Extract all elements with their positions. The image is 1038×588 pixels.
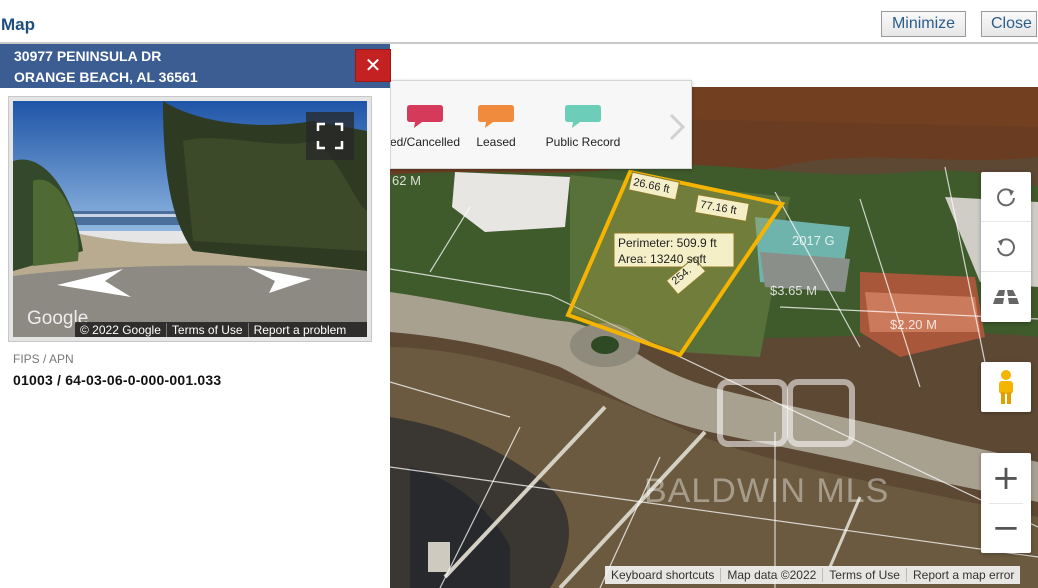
street-view-copyright: © 2022 Google — [75, 323, 167, 337]
address-street: 30977 PENINSULA DR — [14, 48, 162, 64]
close-button[interactable]: Close — [981, 11, 1037, 37]
zoom-out-button[interactable]: − — [981, 503, 1031, 553]
app-window: Map Minimize Close Perimeter: 509.9 ft A… — [0, 0, 1038, 588]
fips-value: 01003 / 64-03-06-0-000-001.033 — [13, 372, 222, 388]
chevron-right-icon[interactable] — [667, 111, 687, 150]
street-view-terms-link[interactable]: Terms of Use — [167, 323, 249, 337]
report-problem-link[interactable]: Report a problem — [249, 323, 352, 337]
pegman-icon[interactable] — [981, 362, 1031, 412]
price-label: 2017 G — [792, 233, 835, 248]
status-legend: ed/Cancelled Leased Public Record — [390, 80, 692, 169]
price-label: $3.65 M — [770, 283, 817, 298]
zoom-controls: + − — [981, 453, 1031, 553]
page-title: Map — [1, 15, 35, 34]
street-view-frame: Google © 2022 Google Terms of Use Report… — [8, 96, 372, 342]
top-bar: Map Minimize Close — [0, 0, 1038, 44]
legend-item-leased[interactable]: Leased — [471, 103, 521, 149]
zoom-divider — [989, 503, 1023, 504]
measure-perimeter: Perimeter: 509.9 ft — [618, 236, 717, 250]
street-view-footer: © 2022 Google Terms of Use Report a prob… — [75, 322, 367, 337]
tilt-view-icon[interactable] — [981, 272, 1031, 322]
rotate-clockwise-icon[interactable] — [981, 172, 1031, 222]
map-data-text: Map data ©2022 — [721, 568, 824, 582]
zoom-in-button[interactable]: + — [981, 453, 1031, 503]
fips-label: FIPS / APN — [13, 352, 74, 366]
legend-pin-icon — [565, 105, 601, 128]
legend-item-public-record[interactable]: Public Record — [541, 103, 625, 149]
price-label: $2.20 M — [890, 317, 937, 332]
legend-label: Leased — [476, 135, 516, 149]
legend-pin-icon — [478, 105, 514, 128]
legend-label: ed/Cancelled — [390, 135, 461, 149]
legend-pin-icon — [407, 105, 443, 128]
map-terms-link[interactable]: Terms of Use — [823, 568, 907, 582]
street-view[interactable]: Google © 2022 Google Terms of Use Report… — [13, 101, 367, 337]
legend-item-cancelled[interactable]: ed/Cancelled — [390, 103, 461, 149]
measure-area: Area: 13240 sqft — [618, 252, 707, 266]
mls-watermark: BALDWIN MLS — [644, 472, 890, 510]
panel-header: 30977 PENINSULA DR ORANGE BEACH, AL 3656… — [0, 44, 390, 88]
keyboard-shortcuts-link[interactable]: Keyboard shortcuts — [605, 568, 722, 582]
rotate-controls — [981, 172, 1031, 322]
map-attribution: Keyboard shortcuts Map data ©2022 Terms … — [605, 566, 1021, 584]
minimize-button[interactable]: Minimize — [881, 11, 966, 37]
property-panel: 30977 PENINSULA DR ORANGE BEACH, AL 3656… — [0, 44, 391, 588]
price-label: 62 M — [392, 173, 421, 188]
report-map-error-link[interactable]: Report a map error — [907, 568, 1020, 582]
legend-label: Public Record — [545, 135, 621, 149]
address-city: ORANGE BEACH, AL 36561 — [14, 69, 198, 85]
close-x-icon[interactable]: ✕ — [355, 49, 391, 82]
rotate-counterclockwise-icon[interactable] — [981, 222, 1031, 272]
fullscreen-icon[interactable] — [306, 112, 354, 160]
